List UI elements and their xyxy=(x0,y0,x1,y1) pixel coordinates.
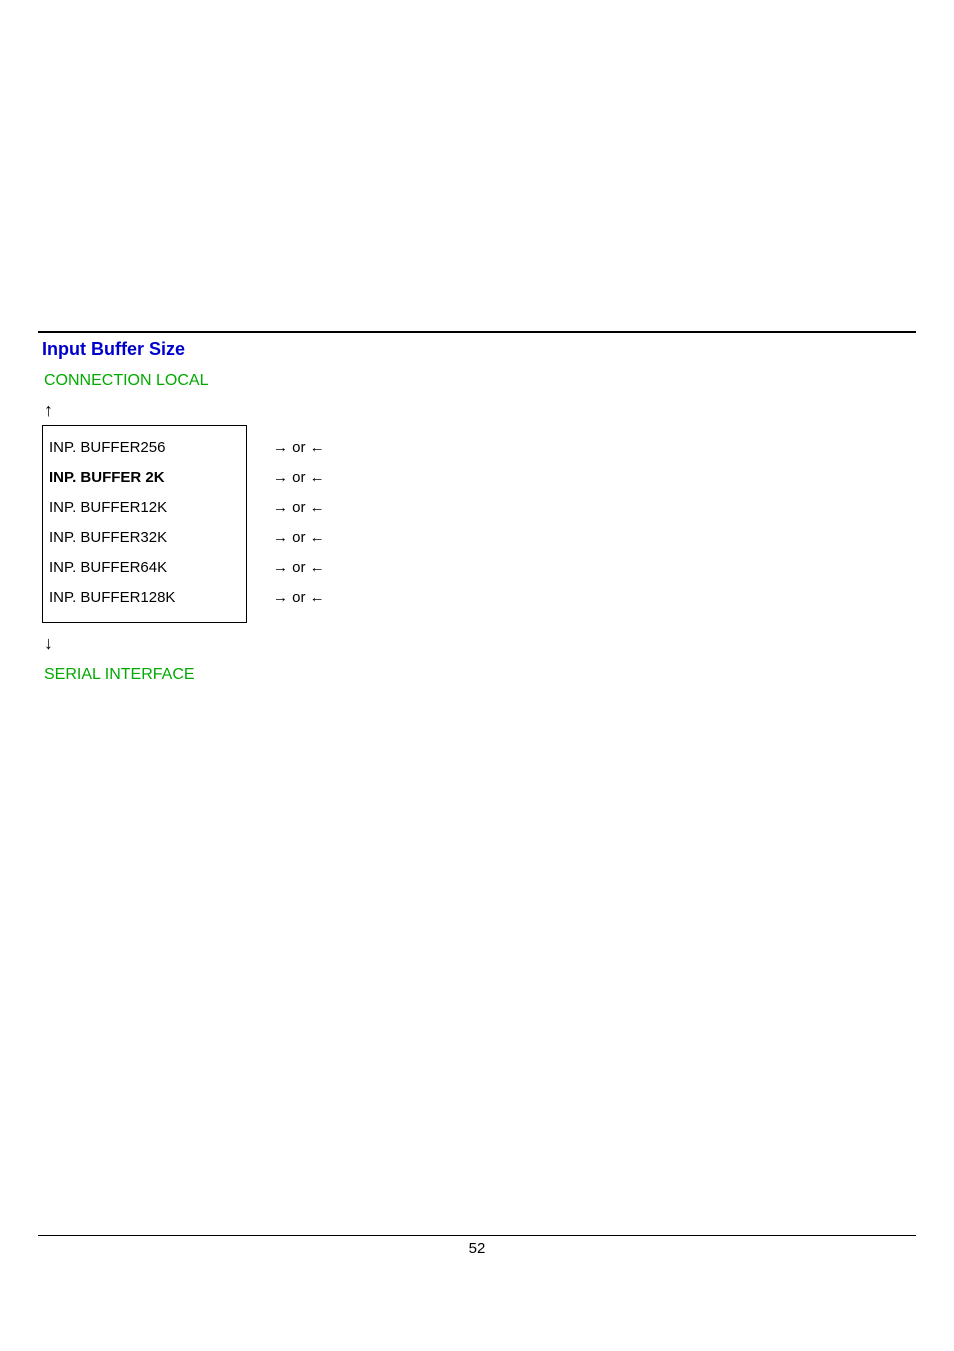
option-label: INP. BUFFER 2K xyxy=(49,469,165,486)
option-row: INP. BUFFER12K → or ← xyxy=(49,492,240,522)
option-label: INP. BUFFER64K xyxy=(49,559,167,576)
option-label: INP. BUFFER32K xyxy=(49,529,167,546)
option-label: INP. BUFFER256 xyxy=(49,439,165,456)
nav-arrows: → or ← xyxy=(273,499,325,516)
nav-arrows: → or ← xyxy=(273,529,325,546)
options-box: INP. BUFFER256 → or ← INP. BUFFER 2K → o… xyxy=(42,425,247,623)
option-label: INP. BUFFER12K xyxy=(49,499,167,516)
option-row: INP. BUFFER32K → or ← xyxy=(49,522,240,552)
nav-arrows: → or ← xyxy=(273,589,325,606)
arrow-up: ↑ xyxy=(44,400,916,421)
section-title: Input Buffer Size xyxy=(42,339,916,360)
option-row: INP. BUFFER256 → or ← xyxy=(49,432,240,462)
option-row: INP. BUFFER64K → or ← xyxy=(49,552,240,582)
option-label: INP. BUFFER128K xyxy=(49,589,175,606)
option-row: INP. BUFFER128K → or ← xyxy=(49,582,240,612)
link-connection-local[interactable]: CONNECTION LOCAL xyxy=(44,372,208,390)
bottom-divider xyxy=(38,1235,916,1236)
nav-arrows: → or ← xyxy=(273,469,325,486)
nav-arrows: → or ← xyxy=(273,439,325,456)
nav-arrows: → or ← xyxy=(273,559,325,576)
page-number: 52 xyxy=(38,1240,916,1257)
link-serial-interface[interactable]: SERIAL INTERFACE xyxy=(44,666,195,684)
top-divider xyxy=(38,331,916,333)
arrow-down: ↓ xyxy=(44,633,916,654)
option-row: INP. BUFFER 2K → or ← xyxy=(49,462,240,492)
